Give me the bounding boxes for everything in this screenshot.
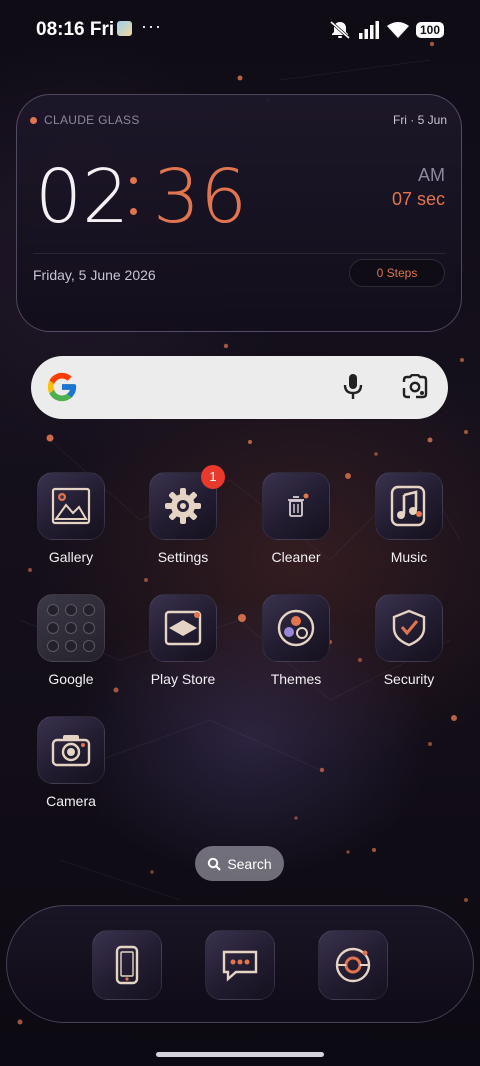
app-tile[interactable] (262, 594, 330, 662)
google-g-icon (47, 372, 77, 402)
search-label: Search (227, 855, 272, 872)
app-tile[interactable] (262, 472, 330, 540)
trash-icon (288, 493, 309, 517)
app-label: Gallery (48, 549, 94, 565)
widget-date-long: Friday, 5 June 2026 (33, 267, 156, 283)
wifi-icon (386, 22, 409, 38)
app-label: Settings (157, 549, 209, 565)
app-camera[interactable]: Camera (21, 716, 121, 809)
themes-icon (277, 609, 315, 647)
app-tile[interactable]: 1 (149, 465, 225, 540)
dock-phone[interactable] (92, 930, 162, 1000)
clock-hour: 02 (35, 154, 130, 240)
widget-brand: CLAUDE GLASS (44, 113, 140, 127)
messages-icon (222, 950, 258, 982)
lens-search-button[interactable] (399, 371, 431, 403)
clock-minute: 36 (153, 154, 248, 240)
app-tile[interactable] (375, 594, 443, 662)
more-notifications-icon: ··· (141, 16, 162, 36)
app-security[interactable]: Security (359, 594, 459, 687)
app-label: Play Store (150, 671, 216, 687)
battery-icon: 100 (415, 22, 444, 38)
app-google-folder[interactable]: Google (21, 594, 121, 687)
app-label: Cleaner (271, 549, 321, 565)
app-notification-icon (117, 21, 132, 36)
app-label: Security (383, 671, 435, 687)
app-label: Music (390, 549, 428, 565)
app-play-store[interactable]: Play Store (133, 594, 233, 687)
voice-search-button[interactable] (337, 371, 369, 403)
home-indicator[interactable] (156, 1052, 324, 1057)
dock-browser[interactable] (318, 930, 388, 1000)
app-settings[interactable]: 1 Settings (133, 465, 233, 565)
google-folder-icon (47, 604, 95, 652)
app-tile[interactable] (149, 594, 217, 662)
gallery-icon (51, 487, 91, 525)
app-music[interactable]: Music (359, 472, 459, 565)
signal-icon (358, 21, 379, 39)
clock-seconds: 07 sec (391, 189, 445, 209)
app-label: Google (48, 671, 94, 687)
app-label: Themes (270, 671, 322, 687)
app-tile[interactable] (37, 594, 105, 662)
brand-dot (30, 117, 37, 124)
app-tile[interactable] (37, 472, 105, 540)
steps-pill[interactable]: 0 Steps (349, 259, 445, 287)
app-drawer-search-button[interactable]: Search (195, 846, 284, 881)
app-cleaner[interactable]: Cleaner (246, 472, 346, 565)
status-bar: 08:16 Fri ··· 100 (0, 0, 480, 60)
google-search-bar[interactable] (31, 356, 448, 419)
phone-icon (115, 945, 139, 985)
search-icon (208, 857, 222, 871)
google-lens-icon (402, 374, 428, 399)
notification-badge: 1 (201, 465, 225, 489)
clock-ampm: AM (418, 165, 445, 185)
widget-date-short: Fri · 5 Jun (392, 113, 447, 127)
shield-check-icon (392, 609, 426, 647)
status-time: 08:16 Fri (36, 19, 115, 40)
browser-icon (335, 947, 371, 983)
clock-colon (130, 177, 137, 239)
clock-widget[interactable]: CLAUDE GLASS Fri · 5 Jun 02 36 AM 07 sec… (16, 94, 462, 332)
app-gallery[interactable]: Gallery (21, 472, 121, 565)
music-icon (390, 485, 426, 527)
dock-messages[interactable] (205, 930, 275, 1000)
app-tile[interactable] (375, 472, 443, 540)
widget-divider (33, 253, 445, 254)
gear-icon (165, 488, 201, 524)
camera-icon (51, 735, 91, 767)
app-label: Camera (46, 793, 96, 809)
app-themes[interactable]: Themes (246, 594, 346, 687)
microphone-icon (343, 374, 363, 399)
dock (6, 905, 474, 1023)
play-store-icon (164, 610, 202, 646)
app-tile[interactable] (37, 716, 105, 784)
mute-icon (329, 20, 350, 40)
